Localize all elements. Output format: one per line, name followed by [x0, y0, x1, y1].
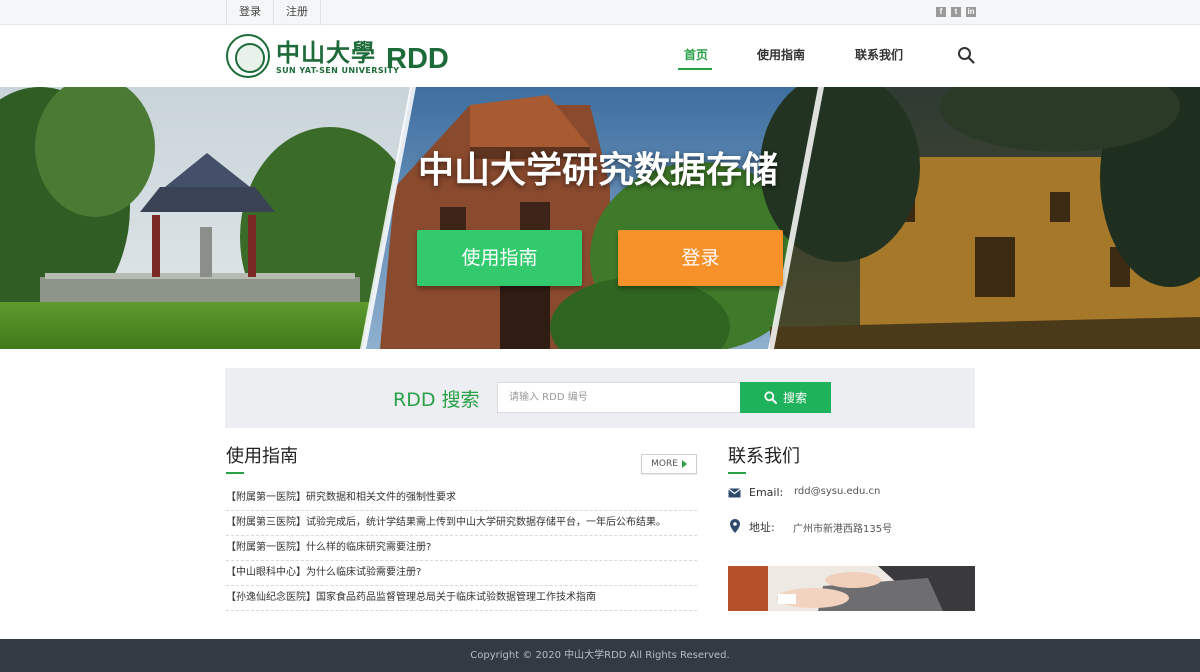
guide-list-item[interactable]: 【附属第一医院】什么样的临床研究需要注册?	[226, 536, 697, 561]
nav-active-indicator	[678, 68, 712, 70]
guide-more-button[interactable]: MORE	[641, 454, 697, 474]
account-links: 登录 注册	[226, 0, 321, 25]
address-label: 地址:	[749, 521, 775, 534]
search-icon	[764, 391, 777, 404]
guide-list-item[interactable]: 【中山眼科中心】为什么临床试验需要注册?	[226, 561, 697, 586]
login-link[interactable]: 登录	[226, 0, 273, 25]
guide-title-rule	[226, 472, 244, 474]
hero-title: 中山大学研究数据存储	[417, 150, 778, 191]
contact-title-rule	[728, 472, 746, 474]
email-label: Email:	[749, 486, 784, 499]
nav-home[interactable]: 首页	[684, 46, 708, 63]
search-icon[interactable]	[957, 46, 975, 64]
guide-list: 【附属第一医院】研究数据和相关文件的强制性要求 【附属第三医院】试验完成后，统计…	[226, 486, 697, 611]
guide-list-item[interactable]: 【附属第三医院】试验完成后，统计学结果需上传到中山大学研究数据存储平台，一年后公…	[226, 511, 697, 536]
guide-section-title: 使用指南	[226, 446, 298, 467]
more-label: MORE	[651, 459, 678, 469]
rdd-search-input[interactable]	[497, 382, 741, 413]
logo-english-name: SUN YAT-SEN UNIVERSITY	[276, 66, 400, 75]
copyright-text: Copyright © 2020 中山大学RDD All Rights Rese…	[470, 650, 730, 661]
hero-banner: 中山大学研究数据存储 使用指南 登录	[0, 87, 1200, 349]
social-links: f t in	[936, 7, 976, 17]
site-header: 中山大學 SUN YAT-SEN UNIVERSITY RDD 首页 使用指南 …	[0, 25, 1200, 87]
rdd-search-panel: RDD 搜索 搜索	[225, 368, 975, 428]
logo-chinese-name[interactable]: 中山大學	[276, 33, 376, 68]
linkedin-icon[interactable]: in	[966, 7, 976, 17]
address-value: 广州市新港西路135号	[793, 524, 893, 535]
contact-section-title: 联系我们	[728, 446, 800, 467]
rdd-search-label: RDD 搜索	[393, 389, 480, 411]
guide-list-item[interactable]: 【孙逸仙纪念医院】国家食品药品监督管理总局关于临床试验数据管理工作技术指南	[226, 586, 697, 611]
contact-laptop-photo	[728, 566, 975, 611]
twitter-icon[interactable]: t	[951, 7, 961, 17]
envelope-icon	[728, 488, 741, 498]
chevron-right-icon	[681, 460, 687, 468]
logo-rdd[interactable]: RDD	[386, 43, 449, 76]
email-value[interactable]: rdd@sysu.edu.cn	[794, 486, 880, 497]
location-pin-icon	[730, 519, 740, 533]
facebook-icon[interactable]: f	[936, 7, 946, 17]
nav-contact[interactable]: 联系我们	[855, 46, 903, 63]
guide-list-item[interactable]: 【附属第一医院】研究数据和相关文件的强制性要求	[226, 486, 697, 511]
hero-login-button[interactable]: 登录	[618, 230, 783, 286]
university-seal-logo[interactable]	[226, 34, 270, 78]
site-footer: Copyright © 2020 中山大学RDD All Rights Rese…	[0, 639, 1200, 672]
campus-photo-collage	[0, 87, 1200, 349]
register-link[interactable]: 注册	[273, 0, 321, 25]
rdd-search-button-label: 搜索	[782, 391, 807, 405]
rdd-search-button[interactable]: 搜索	[740, 382, 831, 413]
hero-guide-button[interactable]: 使用指南	[417, 230, 582, 286]
nav-guide[interactable]: 使用指南	[757, 46, 805, 63]
top-utility-bar: 登录 注册 f t in	[0, 0, 1200, 25]
